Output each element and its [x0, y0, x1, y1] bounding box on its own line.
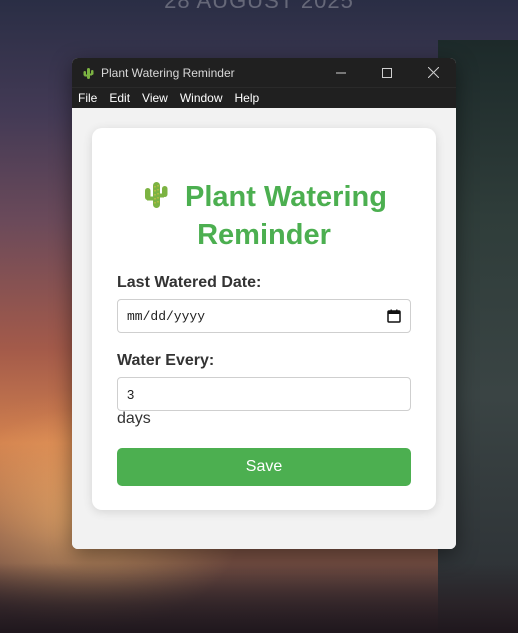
- menu-window[interactable]: Window: [174, 91, 229, 105]
- maximize-icon: [382, 67, 392, 78]
- date-placeholder: mm/dd/yyyy: [127, 308, 206, 324]
- menu-bar: File Edit View Window Help: [72, 87, 456, 108]
- page-title-line1: Plant Watering: [185, 181, 387, 213]
- wallpaper-date: 28 AUGUST 2025: [164, 0, 354, 13]
- menu-edit[interactable]: Edit: [103, 91, 136, 105]
- reminder-card: Plant Watering Reminder Last Watered Dat…: [92, 128, 436, 510]
- days-label: days: [117, 410, 151, 427]
- menu-file[interactable]: File: [72, 91, 103, 105]
- calendar-icon[interactable]: [387, 309, 401, 323]
- window-content: Plant Watering Reminder Last Watered Dat…: [72, 108, 456, 549]
- app-window: Plant Watering Reminder File Edit View W…: [72, 58, 456, 549]
- window-title: Plant Watering Reminder: [101, 65, 235, 80]
- page-title: Plant Watering Reminder: [92, 178, 436, 254]
- water-every-value: 3: [127, 386, 135, 402]
- water-every-label: Water Every:: [117, 352, 215, 369]
- cactus-icon: [145, 182, 168, 208]
- cactus-icon: [83, 67, 94, 79]
- close-button[interactable]: [410, 58, 456, 87]
- last-watered-label: Last Watered Date:: [117, 274, 262, 291]
- last-watered-date-input[interactable]: mm/dd/yyyy: [117, 299, 411, 333]
- water-every-input[interactable]: 3: [117, 377, 411, 411]
- menu-help[interactable]: Help: [229, 91, 266, 105]
- close-icon: [427, 67, 439, 78]
- title-bar[interactable]: Plant Watering Reminder: [72, 58, 456, 87]
- menu-view[interactable]: View: [136, 91, 174, 105]
- save-button[interactable]: Save: [117, 448, 411, 486]
- wallpaper-skyline: [0, 563, 518, 633]
- page-title-line2: Reminder: [197, 219, 331, 251]
- minimize-button[interactable]: [318, 58, 364, 87]
- maximize-button[interactable]: [364, 58, 410, 87]
- minimize-icon: [336, 72, 346, 73]
